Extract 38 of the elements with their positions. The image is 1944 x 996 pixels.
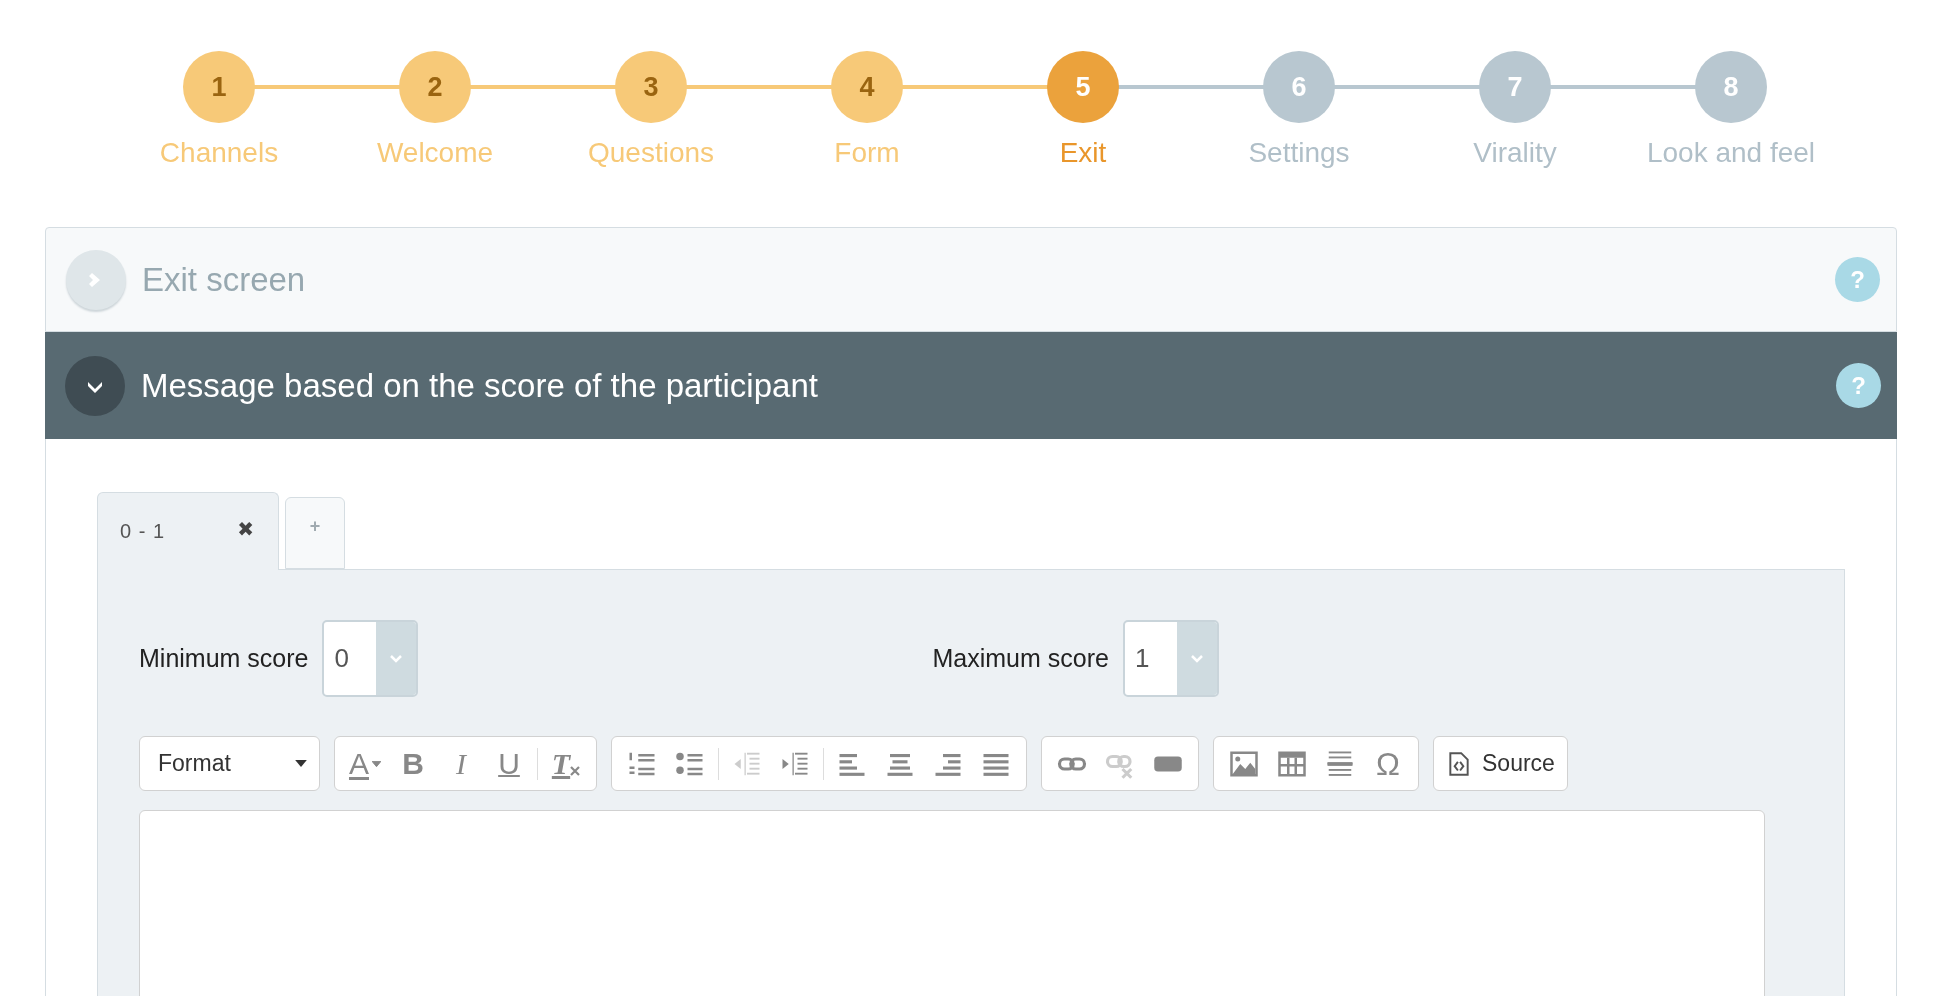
step-number[interactable]: 7 [1479,51,1551,123]
step-number[interactable]: 1 [183,51,255,123]
section-title: Exit screen [142,260,307,299]
step-label[interactable]: Settings [1248,137,1350,169]
step-number[interactable]: 5 [1047,51,1119,123]
bold-button[interactable]: B [389,743,437,784]
score-label: Maximum score [932,644,1109,673]
italic-button[interactable]: I [437,743,485,784]
special-character-button[interactable]: Ω [1364,743,1412,784]
step-number[interactable]: 4 [831,51,903,123]
caret-icon [372,760,381,767]
section-title: Message based on the score of the participant [141,366,819,405]
add-tab[interactable]: + [285,497,345,569]
section-header[interactable]: Exit screen ? [45,227,1897,332]
format-dropdown[interactable]: Format [139,736,320,791]
source-button[interactable]: Source [1440,743,1561,784]
score-tab[interactable]: 0 - 1 ✖ [97,492,279,570]
step-number[interactable]: 2 [399,51,471,123]
section-header[interactable]: Message based on the score of the participant ? [45,332,1897,439]
score-label: Minimum score [139,644,309,673]
chevron-down-icon [389,653,404,664]
step-label[interactable]: Look and feel [1646,137,1816,169]
step-label[interactable]: Exit [1059,137,1107,169]
underline-button[interactable]: U [485,743,533,784]
caret-icon [295,760,307,767]
score-select[interactable]: 0 [322,620,419,697]
text-color-button[interactable]: A [341,743,389,784]
remove-format-button[interactable]: T [542,743,590,784]
step-number[interactable]: 8 [1695,51,1767,123]
step-number[interactable]: 3 [615,51,687,123]
x-icon [570,765,581,776]
toggle-button[interactable] [66,249,126,310]
chevron-down-icon [1189,653,1204,664]
close-icon[interactable]: ✖ [237,516,254,541]
step-number[interactable]: 6 [1263,51,1335,123]
step-label[interactable]: Virality [1473,137,1557,169]
tab-label[interactable]: 0 - 1 [120,520,166,543]
score-select[interactable]: 1 [1122,620,1219,697]
